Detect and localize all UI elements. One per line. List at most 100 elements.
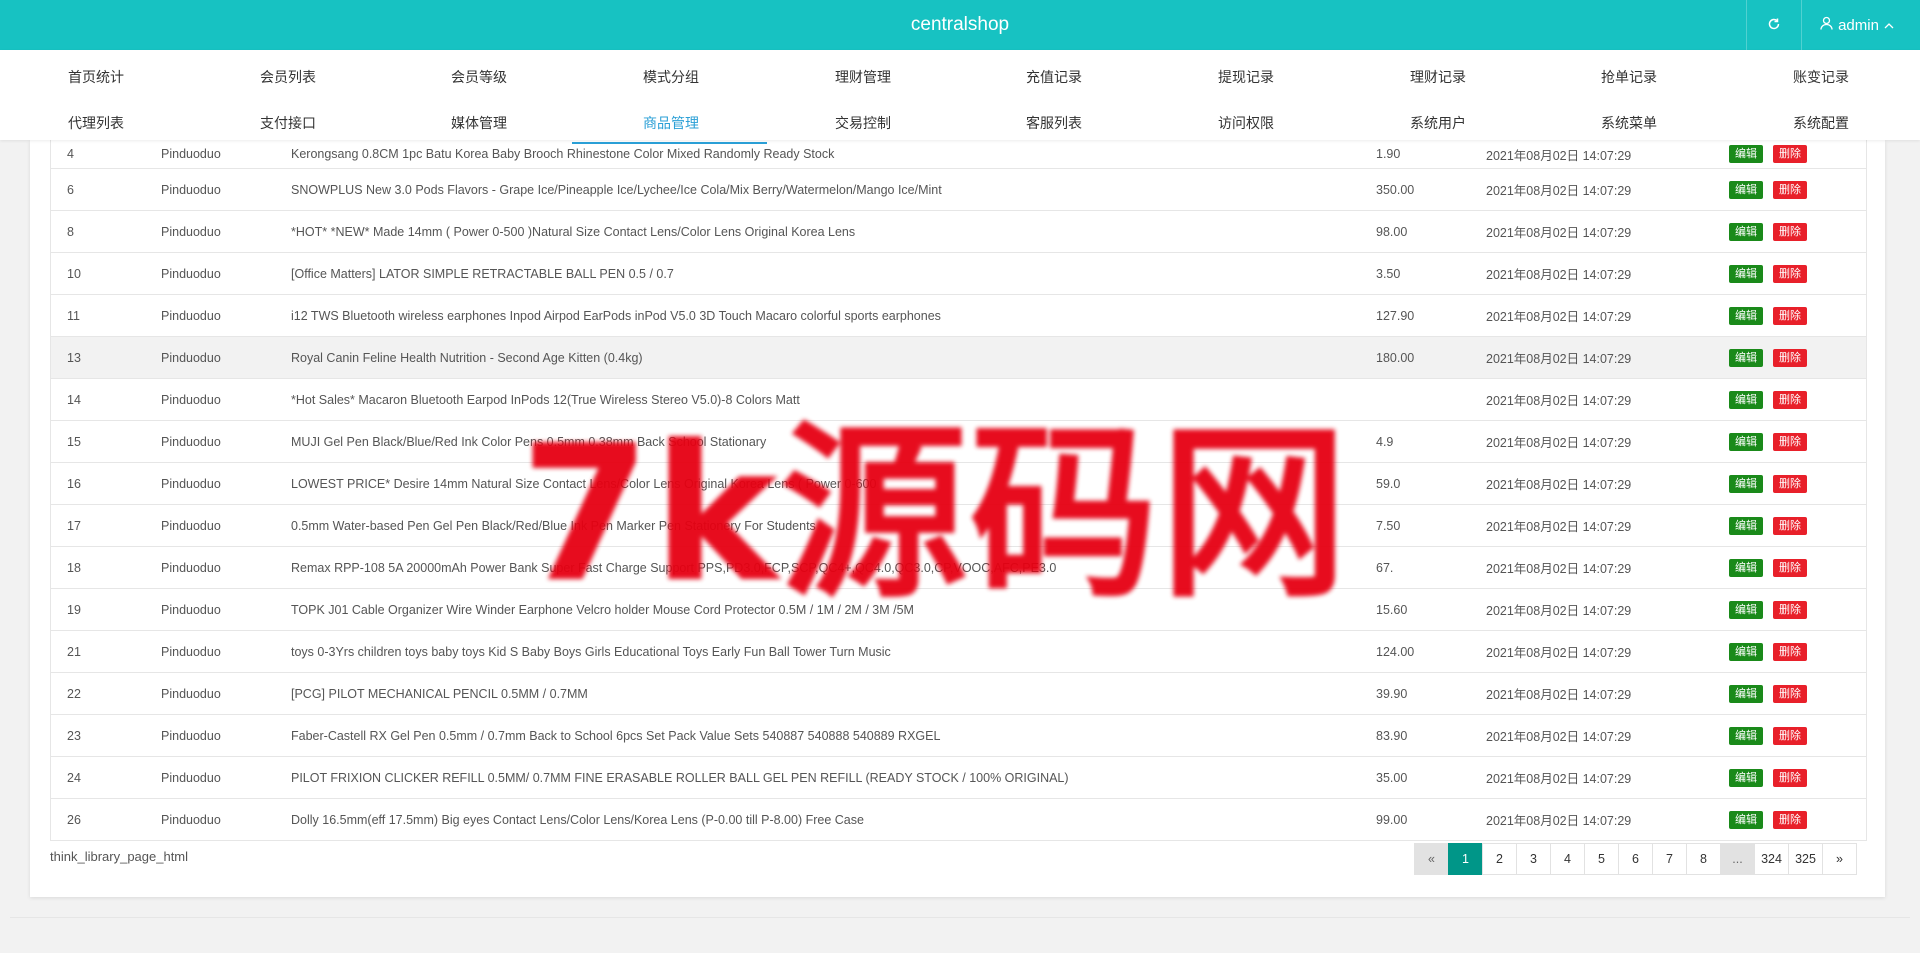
delete-button[interactable]: 删除 [1773,726,1807,745]
row-price: 7.50 [1376,518,1401,533]
page-button[interactable]: 5 [1584,843,1619,875]
delete-button[interactable]: 删除 [1773,558,1807,577]
delete-button[interactable]: 删除 [1773,810,1807,829]
row-product-name: [PCG] PILOT MECHANICAL PENCIL 0.5MM / 0.… [291,686,588,701]
table-row: 18 Pinduoduo Remax RPP-108 5A 20000mAh Pow… [51,547,1866,589]
page-button[interactable]: 3 [1516,843,1551,875]
edit-button[interactable]: 编辑 [1729,432,1763,451]
page-button[interactable]: 324 [1754,843,1789,875]
edit-button[interactable]: 编辑 [1729,768,1763,787]
edit-button[interactable]: 编辑 [1729,516,1763,535]
row-product-name: LOWEST PRICE* Desire 14mm Natural Size C… [291,476,877,491]
row-source: Pinduoduo [161,602,221,617]
row-price: 15.60 [1376,602,1408,617]
row-time: 2021年08月02日 14:07:29 [1486,436,1632,450]
page-button[interactable]: 4 [1550,843,1585,875]
delete-button[interactable]: 删除 [1773,180,1807,199]
menu-item[interactable]: 代理列表 [68,100,124,146]
menu-item[interactable]: 商品管理 [643,100,699,146]
delete-button[interactable]: 删除 [1773,432,1807,451]
delete-button[interactable]: 删除 [1773,348,1807,367]
menu-item[interactable]: 访问权限 [1218,100,1274,146]
delete-button[interactable]: 删除 [1773,516,1807,535]
menu-item[interactable]: 交易控制 [835,100,891,146]
edit-button[interactable]: 编辑 [1729,558,1763,577]
menu-item[interactable]: 会员等级 [451,54,507,100]
menu-item[interactable]: 提现记录 [1218,54,1274,100]
delete-button[interactable]: 删除 [1773,264,1807,283]
row-source: Pinduoduo [161,308,221,323]
next-page-button[interactable]: » [1822,843,1857,875]
menu-item[interactable]: 首页统计 [68,54,124,100]
chevron-up-icon [1884,17,1894,34]
row-id: 18 [67,560,81,575]
product-table: 4 Pinduoduo Kerongsang 0.8CM 1pc Batu Kore… [50,140,1867,841]
edit-button[interactable]: 编辑 [1729,810,1763,829]
delete-button[interactable]: 删除 [1773,600,1807,619]
row-product-name: Faber-Castell RX Gel Pen 0.5mm / 0.7mm B… [291,728,941,743]
prev-page-button[interactable]: « [1414,843,1449,875]
user-menu[interactable]: admin [1802,0,1912,50]
row-actions: 编辑 删除 [1729,337,1807,378]
edit-button[interactable]: 编辑 [1729,306,1763,325]
menu-item[interactable]: 理财管理 [835,54,891,100]
edit-button[interactable]: 编辑 [1729,222,1763,241]
table-row: 10 Pinduoduo [Office Matters] LATOR SIMPLE… [51,253,1866,295]
page-button[interactable]: 7 [1652,843,1687,875]
row-id: 26 [67,812,81,827]
edit-button[interactable]: 编辑 [1729,348,1763,367]
refresh-button[interactable] [1746,0,1802,50]
delete-button[interactable]: 删除 [1773,145,1807,163]
delete-button[interactable]: 删除 [1773,642,1807,661]
delete-button[interactable]: 删除 [1773,684,1807,703]
row-actions: 编辑 删除 [1729,253,1807,294]
row-id: 13 [67,350,81,365]
row-time: 2021年08月02日 14:07:29 [1486,772,1632,786]
menu-item[interactable]: 账变记录 [1793,54,1849,100]
menu-item[interactable]: 支付接口 [260,100,316,146]
row-time: 2021年08月02日 14:07:29 [1486,646,1632,660]
edit-button[interactable]: 编辑 [1729,264,1763,283]
page-button[interactable]: 6 [1618,843,1653,875]
menu-item[interactable]: 理财记录 [1410,54,1466,100]
page-button[interactable]: 1 [1448,843,1483,875]
pagination: «1 2 3 4 5 6 7 8... 324 325» [1414,843,1857,875]
row-actions: 编辑 删除 [1729,295,1807,336]
table-row: 11 Pinduoduo i12 TWS Bluetooth wireless ea… [51,295,1866,337]
delete-button[interactable]: 删除 [1773,390,1807,409]
row-price: 1.90 [1376,147,1401,161]
edit-button[interactable]: 编辑 [1729,642,1763,661]
page-ellipsis[interactable]: ... [1720,843,1755,875]
row-price: 59.0 [1376,476,1401,491]
edit-button[interactable]: 编辑 [1729,390,1763,409]
page-button[interactable]: 8 [1686,843,1721,875]
menu-item[interactable]: 系统菜单 [1601,100,1657,146]
row-time: 2021年08月02日 14:07:29 [1486,814,1632,828]
row-time: 2021年08月02日 14:07:29 [1486,394,1632,408]
delete-button[interactable]: 删除 [1773,306,1807,325]
edit-button[interactable]: 编辑 [1729,180,1763,199]
edit-button[interactable]: 编辑 [1729,474,1763,493]
menu-item[interactable]: 模式分组 [643,54,699,100]
page-button[interactable]: 2 [1482,843,1517,875]
edit-button[interactable]: 编辑 [1729,726,1763,745]
menu-item[interactable]: 会员列表 [260,54,316,100]
edit-button[interactable]: 编辑 [1729,684,1763,703]
menu-item[interactable]: 客服列表 [1026,100,1082,146]
menu-item[interactable]: 媒体管理 [451,100,507,146]
menu-item[interactable]: 抢单记录 [1601,54,1657,100]
row-id: 22 [67,686,81,701]
delete-button[interactable]: 删除 [1773,474,1807,493]
edit-button[interactable]: 编辑 [1729,145,1763,163]
menu-item[interactable]: 系统用户 [1410,100,1466,146]
menu-item[interactable]: 充值记录 [1026,54,1082,100]
table-row: 4 Pinduoduo Kerongsang 0.8CM 1pc Batu Kore… [51,140,1866,169]
delete-button[interactable]: 删除 [1773,222,1807,241]
row-price: 127.90 [1376,308,1415,323]
delete-button[interactable]: 删除 [1773,768,1807,787]
row-source: Pinduoduo [161,392,221,407]
edit-button[interactable]: 编辑 [1729,600,1763,619]
menu-item[interactable]: 系统配置 [1793,100,1849,146]
row-source: Pinduoduo [161,770,221,785]
page-button[interactable]: 325 [1788,843,1823,875]
